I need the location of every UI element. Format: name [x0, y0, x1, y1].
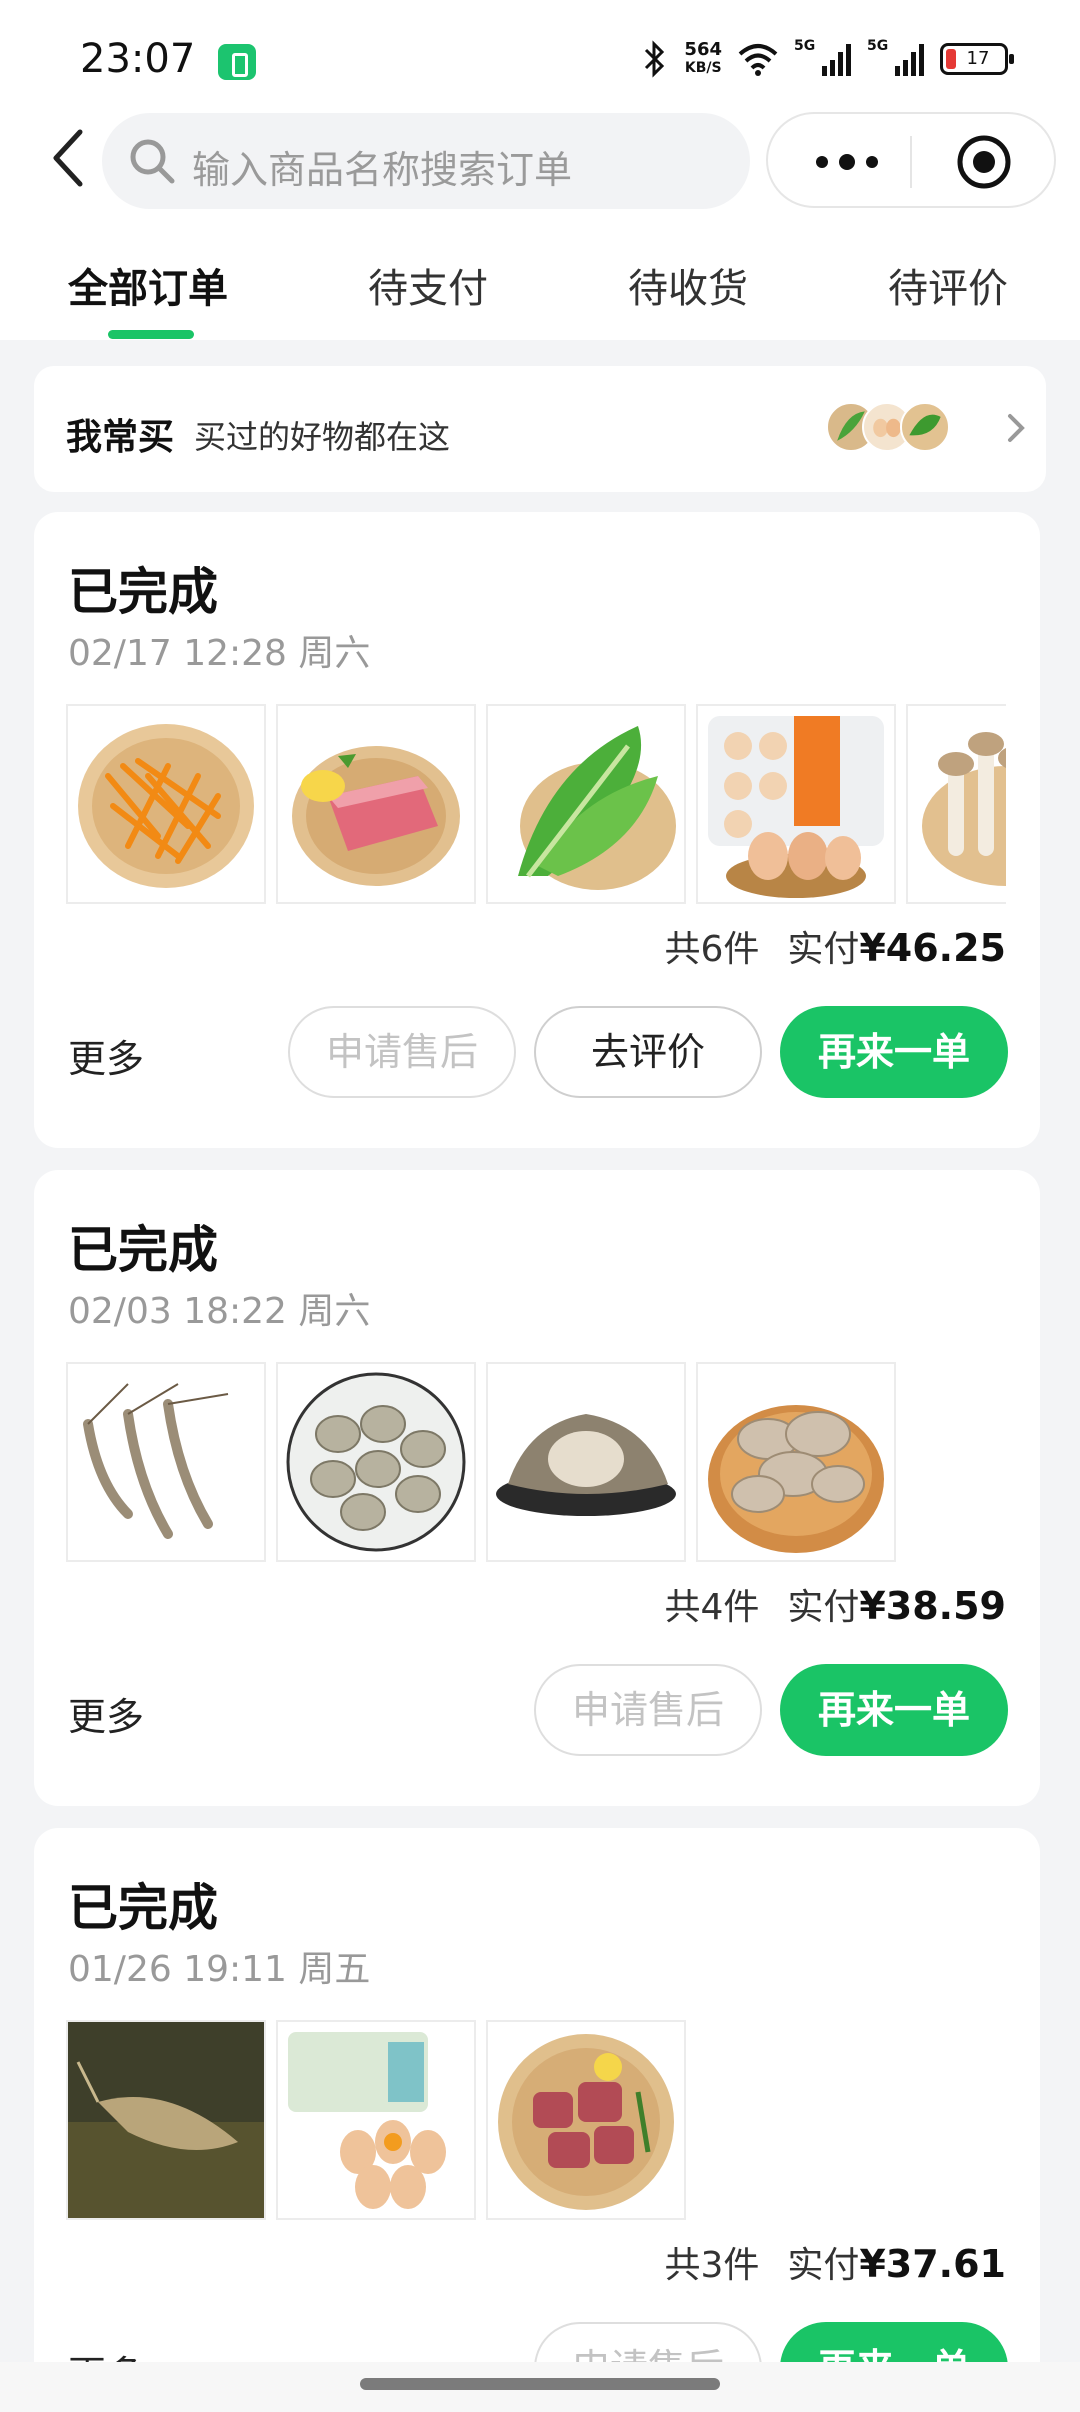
- order-summary: 共3件 实付¥37.61: [664, 2236, 1006, 2288]
- search-placeholder: 输入商品名称搜索订单: [192, 148, 573, 192]
- pork-loin-icon: [276, 704, 476, 904]
- review-button[interactable]: 去评价: [534, 1006, 762, 1098]
- tab-pending-review[interactable]: 待评价: [888, 256, 1008, 314]
- network-speed: 564 KB/S: [684, 41, 722, 77]
- oyster-icon: [486, 1362, 686, 1562]
- oyster-mushroom-icon: [696, 1362, 896, 1562]
- order-card[interactable]: 已完成 01/26 19:11 周五 共3件实付¥37.61 更多 申请售后 再…: [34, 1828, 1040, 2412]
- signal-1-label: 5G: [794, 38, 816, 54]
- battery-level: 17: [966, 48, 990, 69]
- item-count: 共3件: [664, 2245, 760, 2286]
- tab-all-orders[interactable]: 全部订单: [68, 256, 228, 314]
- order-date: 01/26 19:11 周五: [68, 1949, 371, 1990]
- more-link[interactable]: 更多: [68, 1028, 144, 1083]
- eggs-icon: [276, 2020, 476, 2220]
- signal-icon-2: 5G: [867, 38, 924, 76]
- order-summary: 共4件 实付¥38.59: [664, 1578, 1006, 1630]
- status-icons: 564 KB/S 5G 5G 17: [640, 38, 1014, 78]
- frequent-buy-title: 我常买: [66, 417, 175, 458]
- mini-program-capsule: [766, 112, 1056, 208]
- paid-amount: ¥38.59: [859, 1584, 1006, 1628]
- paid-amount: ¥46.25: [859, 926, 1006, 970]
- pork-ribs-icon: [486, 2020, 686, 2220]
- shrimp-icon: [66, 1362, 266, 1562]
- clams-icon: [276, 1362, 476, 1562]
- more-link[interactable]: 更多: [68, 1686, 144, 1741]
- home-indicator[interactable]: [360, 2378, 720, 2390]
- bluetooth-icon: [645, 40, 665, 78]
- order-status: 已完成: [68, 1879, 218, 1937]
- wifi-icon: [738, 44, 778, 76]
- carrot-shreds-icon: [66, 704, 266, 904]
- chevron-right-icon: [1008, 414, 1025, 442]
- frequent-buy-subtitle: 买过的好物都在这: [194, 418, 451, 456]
- status-bar: 23:07 564 KB/S 5G 5G 17: [0, 0, 1080, 120]
- capsule-divider: [910, 136, 912, 188]
- after-sale-button[interactable]: 申请售后: [534, 1664, 762, 1756]
- live-shrimp-icon: [66, 2020, 266, 2220]
- paid-label: 实付: [787, 1587, 860, 1628]
- network-speed-unit: KB/S: [684, 60, 722, 76]
- status-time: 23:07: [80, 36, 196, 82]
- frequent-buy-card[interactable]: 我常买 买过的好物都在这: [34, 366, 1046, 492]
- signal-icon-1: 5G: [794, 38, 851, 76]
- active-tab-indicator: [108, 330, 194, 339]
- order-tabs: 全部订单 待支付 待收货 待评价: [0, 250, 1080, 340]
- battery-saver-icon: [218, 44, 256, 80]
- frequent-buy-thumbs: [826, 394, 996, 458]
- order-date: 02/03 18:22 周六: [68, 1291, 371, 1332]
- signal-2-label: 5G: [867, 38, 889, 54]
- reorder-button[interactable]: 再来一单: [780, 1006, 1008, 1098]
- reorder-button[interactable]: 再来一单: [780, 1664, 1008, 1756]
- lettuce-icon: [486, 704, 686, 904]
- network-speed-value: 564: [684, 39, 722, 60]
- tab-pending-delivery[interactable]: 待收货: [628, 256, 748, 314]
- paid-label: 实付: [787, 2245, 860, 2286]
- order-date: 02/17 12:28 周六: [68, 633, 371, 674]
- mushroom-icon: [906, 704, 1006, 904]
- battery-icon: 17: [940, 43, 1014, 75]
- order-item-thumbs[interactable]: [66, 1362, 1006, 1562]
- close-target-icon[interactable]: [956, 134, 1012, 190]
- item-count: 共4件: [664, 1587, 760, 1628]
- order-item-thumbs[interactable]: [66, 2020, 1006, 2220]
- after-sale-button[interactable]: 申请售后: [288, 1006, 516, 1098]
- paid-amount: ¥37.61: [859, 2242, 1006, 2286]
- search-input[interactable]: 输入商品名称搜索订单: [102, 113, 750, 209]
- order-card[interactable]: 已完成 02/03 18:22 周六 共4件 实付¥38.59 更多 申请售后 再…: [34, 1170, 1040, 1806]
- paid-label: 实付: [787, 929, 860, 970]
- back-arrow-icon[interactable]: [44, 122, 92, 194]
- item-count: 共6件: [664, 929, 760, 970]
- egg-box-icon: [696, 704, 896, 904]
- tab-pending-payment[interactable]: 待支付: [368, 256, 488, 314]
- order-status: 已完成: [68, 1221, 218, 1279]
- more-dots-icon[interactable]: [802, 142, 892, 182]
- spinach-thumb-icon: [900, 402, 950, 452]
- order-status: 已完成: [68, 563, 218, 621]
- order-summary: 共6件 实付¥46.25: [664, 920, 1006, 972]
- order-item-thumbs[interactable]: [66, 704, 1006, 904]
- search-icon: [130, 139, 175, 184]
- order-card[interactable]: 已完成 02/17 12:28 周六 共6件 实付¥46.25 更多 申请售后 …: [34, 512, 1040, 1148]
